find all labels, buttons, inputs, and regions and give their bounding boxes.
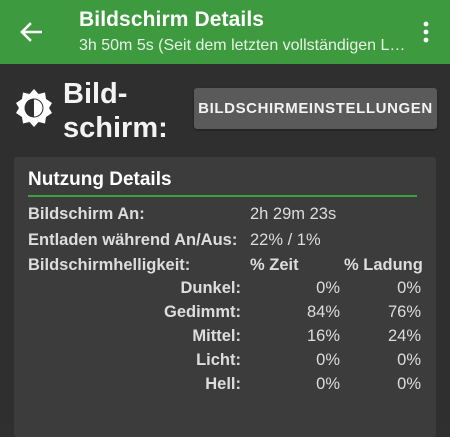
screen-section-title: Bild- schirm:: [63, 77, 183, 145]
brightness-row-time: 84%: [306, 303, 340, 321]
brightness-row-label: Mittel:: [192, 327, 241, 345]
screen-title-line2: schirm:: [63, 112, 168, 144]
brightness-row-charge: 0%: [397, 375, 421, 393]
usage-details-card: Nutzung Details Bildschirm An: 2h 29m 23…: [14, 157, 436, 437]
brightness-row-label: Gedimmt:: [163, 303, 241, 321]
card-divider: [28, 195, 417, 197]
card-title: Nutzung Details: [28, 169, 172, 190]
brightness-row-time: 16%: [306, 327, 340, 345]
discharge-value: 22% / 1%: [250, 231, 321, 249]
screen-title-line1: Bild-: [63, 78, 128, 110]
screen-settings-button[interactable]: BILDSCHIRMEINSTELLUNGEN: [194, 88, 437, 129]
brightness-row-charge: 0%: [397, 351, 421, 369]
brightness-row-time: 0%: [316, 375, 340, 393]
brightness-row-label: Dunkel:: [180, 279, 241, 297]
more-vert-icon[interactable]: [414, 18, 438, 46]
brightness-row-label: Licht:: [196, 351, 241, 369]
app-bar: Bildschirm Details 3h 50m 5s (Seit dem l…: [0, 0, 450, 64]
brightness-row-charge: 24%: [387, 327, 421, 345]
brightness-icon: [14, 88, 54, 128]
discharge-label: Entladen während An/Aus:: [28, 231, 238, 249]
brightness-label: Bildschirmhelligkeit:: [28, 256, 191, 274]
brightness-row-time: 0%: [316, 351, 340, 369]
brightness-row-time: 0%: [316, 279, 340, 297]
brightness-row-charge: 0%: [397, 279, 421, 297]
page-subtitle: 3h 50m 5s (Seit dem letzten vollständige…: [79, 37, 409, 54]
page-title: Bildschirm Details: [79, 8, 265, 31]
brightness-row-charge: 76%: [387, 303, 421, 321]
column-header-time: % Zeit: [250, 256, 299, 274]
column-header-charge: % Ladung: [344, 256, 423, 274]
screen-on-value: 2h 29m 23s: [250, 205, 337, 223]
back-arrow-icon[interactable]: [16, 17, 46, 47]
brightness-row-label: Hell:: [205, 375, 241, 393]
screen-on-label: Bildschirm An:: [28, 205, 145, 223]
